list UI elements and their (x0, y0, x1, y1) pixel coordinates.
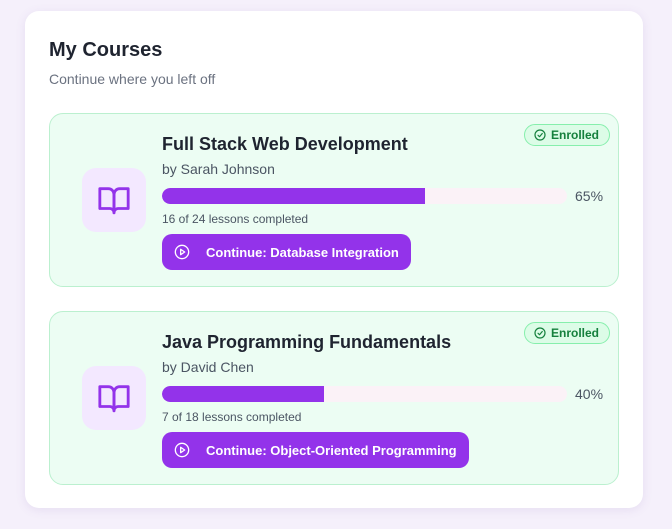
play-circle-icon (174, 244, 190, 260)
book-open-icon (98, 385, 130, 413)
progress-bar (162, 386, 567, 402)
book-open-icon (98, 187, 130, 215)
enrolled-badge: Enrolled (523, 124, 610, 146)
course-author: by Sarah Johnson (162, 161, 275, 177)
page-subtitle: Continue where you left off (49, 71, 216, 87)
course-card[interactable]: Enrolled Java Programming Fundamentals b… (49, 311, 619, 485)
enrolled-badge: Enrolled (523, 322, 610, 344)
enrolled-badge-label: Enrolled (550, 128, 599, 142)
course-title: Java Programming Fundamentals (162, 332, 452, 352)
continue-button[interactable]: Continue: Database Integration (162, 234, 411, 270)
page-title: My Courses (49, 39, 163, 61)
course-thumbnail (82, 366, 146, 430)
progress-percent: 65% (575, 188, 604, 204)
enrolled-badge-label: Enrolled (550, 326, 599, 340)
course-thumbnail (82, 168, 146, 232)
progress-fill (162, 188, 426, 204)
lessons-completed: 7 of 18 lessons completed (162, 410, 302, 424)
check-circle-icon (534, 327, 546, 339)
lessons-completed: 16 of 24 lessons completed (162, 212, 309, 226)
course-title: Full Stack Web Development (162, 134, 408, 154)
course-card[interactable]: Enrolled Full Stack Web Development by S… (49, 113, 619, 287)
continue-button-label: Continue: Object-Oriented Programming (206, 442, 457, 458)
progress-fill (162, 386, 324, 402)
continue-button[interactable]: Continue: Object-Oriented Programming (162, 432, 469, 468)
progress-percent: 40% (575, 386, 604, 402)
course-author: by David Chen (162, 359, 254, 375)
check-circle-icon (534, 129, 546, 141)
continue-button-label: Continue: Database Integration (206, 244, 399, 260)
my-courses-panel: My Courses Continue where you left off E… (25, 11, 643, 508)
progress-bar (162, 188, 567, 204)
play-circle-icon (174, 442, 190, 458)
